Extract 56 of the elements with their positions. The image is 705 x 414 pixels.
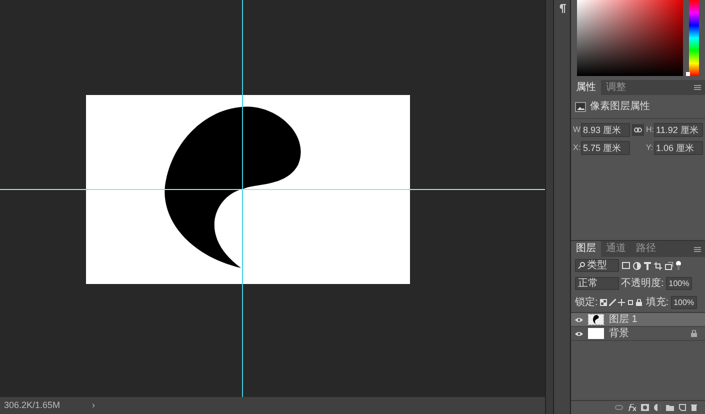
hue-slider-thumb[interactable] (686, 72, 690, 76)
status-menu-button[interactable]: › (92, 401, 96, 410)
dimension-field[interactable]: 8.93 厘米 (581, 123, 630, 137)
field-label: X: (573, 142, 580, 154)
properties-title: 像素图层属性 (590, 100, 650, 114)
new-layer-icon[interactable] (679, 404, 686, 411)
panel-tab[interactable]: 图层 (571, 241, 601, 257)
half-circle-filter-icon[interactable] (633, 262, 641, 270)
search-icon (578, 262, 585, 269)
fx-icon[interactable] (628, 404, 636, 411)
layer-row[interactable]: 图层 1 (571, 313, 705, 327)
hue-slider[interactable] (689, 0, 699, 76)
brush-lock-icon[interactable] (608, 299, 616, 306)
layer-name: 图层 1 (609, 314, 638, 324)
layer-name: 背景 (609, 328, 629, 338)
panel-menu-icon[interactable] (694, 246, 701, 252)
panel-tab[interactable]: 路径 (631, 241, 661, 257)
lock-label: 锁定: (575, 296, 598, 310)
document-size-text: 306.2K/1.65M (4, 398, 60, 412)
image-layer-icon (575, 102, 586, 112)
opacity-field[interactable]: 100% (666, 277, 692, 290)
blend-mode-dropdown[interactable]: 正常 (575, 277, 619, 290)
panel-menu-icon[interactable] (694, 85, 701, 90)
artboard-lock-icon[interactable] (626, 299, 634, 306)
field-label: H: (646, 124, 653, 136)
dimension-field[interactable]: 1.06 厘米 (654, 141, 703, 155)
color-picker-field[interactable] (577, 0, 683, 76)
panel-tab[interactable]: 属性 (571, 80, 601, 95)
move-lock-icon[interactable] (618, 299, 625, 306)
checker-lock-icon[interactable] (600, 299, 607, 306)
adjustment-icon[interactable] (654, 404, 661, 411)
smart-object-filter-icon[interactable] (665, 262, 673, 270)
image-filter-icon[interactable] (622, 262, 630, 269)
paragraph-icon[interactable] (558, 4, 566, 13)
dimension-field[interactable]: 11.92 厘米 (654, 123, 703, 137)
mask-icon[interactable] (641, 404, 649, 411)
fill-field[interactable]: 100% (670, 296, 698, 309)
panel-tab[interactable]: 通道 (601, 241, 631, 257)
field-label: Y: (646, 142, 653, 154)
panel-tab[interactable]: 调整 (601, 80, 631, 95)
link-dimensions-icon[interactable] (632, 124, 644, 136)
shape-layer-thumbnail (588, 314, 604, 325)
scrollbar[interactable] (545, 0, 553, 414)
eye-icon[interactable] (575, 316, 583, 322)
trash-icon[interactable] (691, 404, 697, 411)
dimension-field[interactable]: 5.75 厘米 (581, 141, 630, 155)
toggle-filter-icon[interactable] (676, 261, 681, 270)
layer-row[interactable]: 背景 (571, 327, 705, 341)
fill-label: 填充: (646, 296, 669, 310)
crop-filter-icon[interactable] (654, 262, 662, 270)
opacity-label: 不透明度: (621, 276, 664, 291)
filter-dropdown[interactable]: 类型 (575, 259, 619, 272)
folder-icon[interactable] (666, 404, 674, 411)
lock-icon[interactable] (636, 299, 642, 306)
type-filter-icon[interactable] (644, 262, 651, 270)
eye-icon[interactable] (575, 330, 583, 336)
